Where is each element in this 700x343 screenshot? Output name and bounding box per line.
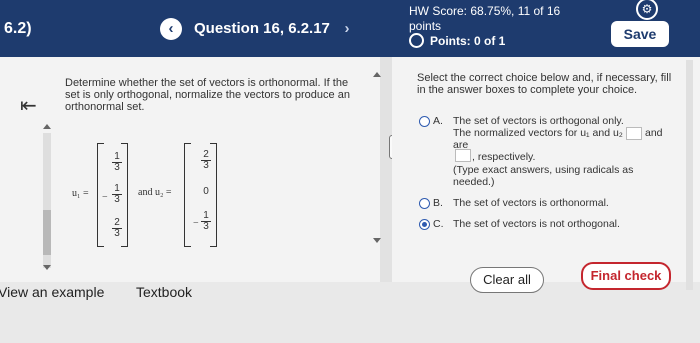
divider-scroll-up-icon[interactable] <box>373 72 381 77</box>
u1-label: u₁ = <box>72 188 89 199</box>
left-scroll-up-icon[interactable] <box>43 124 51 129</box>
option-c-letter: C. <box>433 218 444 230</box>
option-b-text: The set of vectors is orthonormal. <box>453 197 609 209</box>
option-c-text: The set of vectors is not orthogonal. <box>453 218 620 230</box>
u1-num-2: 1 <box>114 183 120 194</box>
u1-entry-2: 1 3 <box>112 184 122 205</box>
option-a-hint: (Type exact answers, using radicals as n… <box>453 164 634 188</box>
u2-den-1: 3 <box>201 160 211 171</box>
divider-scroll-down-icon[interactable] <box>373 238 381 243</box>
u2-sign-3: − <box>193 218 199 229</box>
previous-question-button[interactable]: ‹ <box>160 18 182 40</box>
textbook-link[interactable]: Textbook <box>136 284 192 300</box>
settings-gear-icon[interactable]: ⚙ <box>636 0 658 20</box>
u1-num-3: 2 <box>114 217 120 228</box>
u2-label: and u₂ = <box>138 187 172 198</box>
save-button[interactable]: Save <box>611 21 669 47</box>
section-tag: 6.2) <box>4 20 32 37</box>
u1-normalized-answer-box[interactable] <box>626 127 642 140</box>
final-check-button[interactable]: Final check <box>581 262 671 290</box>
u2-den-3: 3 <box>201 221 211 232</box>
option-a-letter: A. <box>433 115 443 127</box>
bottom-bar <box>0 300 700 343</box>
question-nav: ‹ Question 16, 6.2.17 › <box>160 12 370 46</box>
u2-num-2: 0 <box>203 186 209 197</box>
u2-num-3: 1 <box>203 210 209 221</box>
hw-score: HW Score: 68.75%, 11 of 16 points <box>409 4 561 33</box>
u1-entry-1: 1 3 <box>112 152 122 173</box>
right-scrollbar[interactable] <box>686 60 693 290</box>
option-b-letter: B. <box>433 197 443 209</box>
u1-den-2: 3 <box>112 194 122 205</box>
question-title: Question 16, 6.2.17 <box>194 20 330 37</box>
u1-sign-2: − <box>102 192 108 203</box>
option-c-radio[interactable] <box>419 219 430 230</box>
left-scroll-thumb[interactable] <box>43 210 51 255</box>
u2-right-bracket <box>210 143 217 247</box>
next-question-button[interactable]: › <box>336 18 358 40</box>
u2-num-1: 2 <box>203 149 209 160</box>
u2-entry-3: 1 3 <box>201 211 211 232</box>
points-ring-icon <box>409 33 424 48</box>
u1-entry-3: 2 3 <box>112 218 122 239</box>
points-text: Points: 0 of 1 <box>430 33 506 48</box>
u2-entry-2: 0 <box>201 187 211 197</box>
answer-instruction: Select the correct choice below and, if … <box>417 72 672 96</box>
u1-num-1: 1 <box>114 151 120 162</box>
left-scroll-down-icon[interactable] <box>43 265 51 270</box>
option-a-respectively: , respectively. <box>472 151 536 163</box>
question-instruction: Determine whether the set of vectors is … <box>65 77 350 113</box>
u1-den-1: 3 <box>112 162 122 173</box>
u2-left-bracket <box>184 143 191 247</box>
clear-all-button[interactable]: Clear all <box>470 267 544 293</box>
panel-divider[interactable] <box>380 57 392 282</box>
option-a-text: The set of vectors is orthogonal only. T… <box>453 115 624 151</box>
u2-normalized-answer-box[interactable] <box>455 149 471 162</box>
option-a-radio[interactable] <box>419 116 430 127</box>
view-example-link[interactable]: View an example <box>0 284 104 300</box>
u1-den-3: 3 <box>112 228 122 239</box>
points-display: Points: 0 of 1 <box>409 33 505 48</box>
option-a-and: and <box>645 127 663 139</box>
collapse-arrow-icon[interactable]: ⇤ <box>20 93 37 118</box>
top-bar: 6.2) ‹ Question 16, 6.2.17 › HW Score: 6… <box>0 0 700 57</box>
u1-right-bracket <box>121 143 128 247</box>
u2-entry-1: 2 3 <box>201 150 211 171</box>
option-b-radio[interactable] <box>419 198 430 209</box>
